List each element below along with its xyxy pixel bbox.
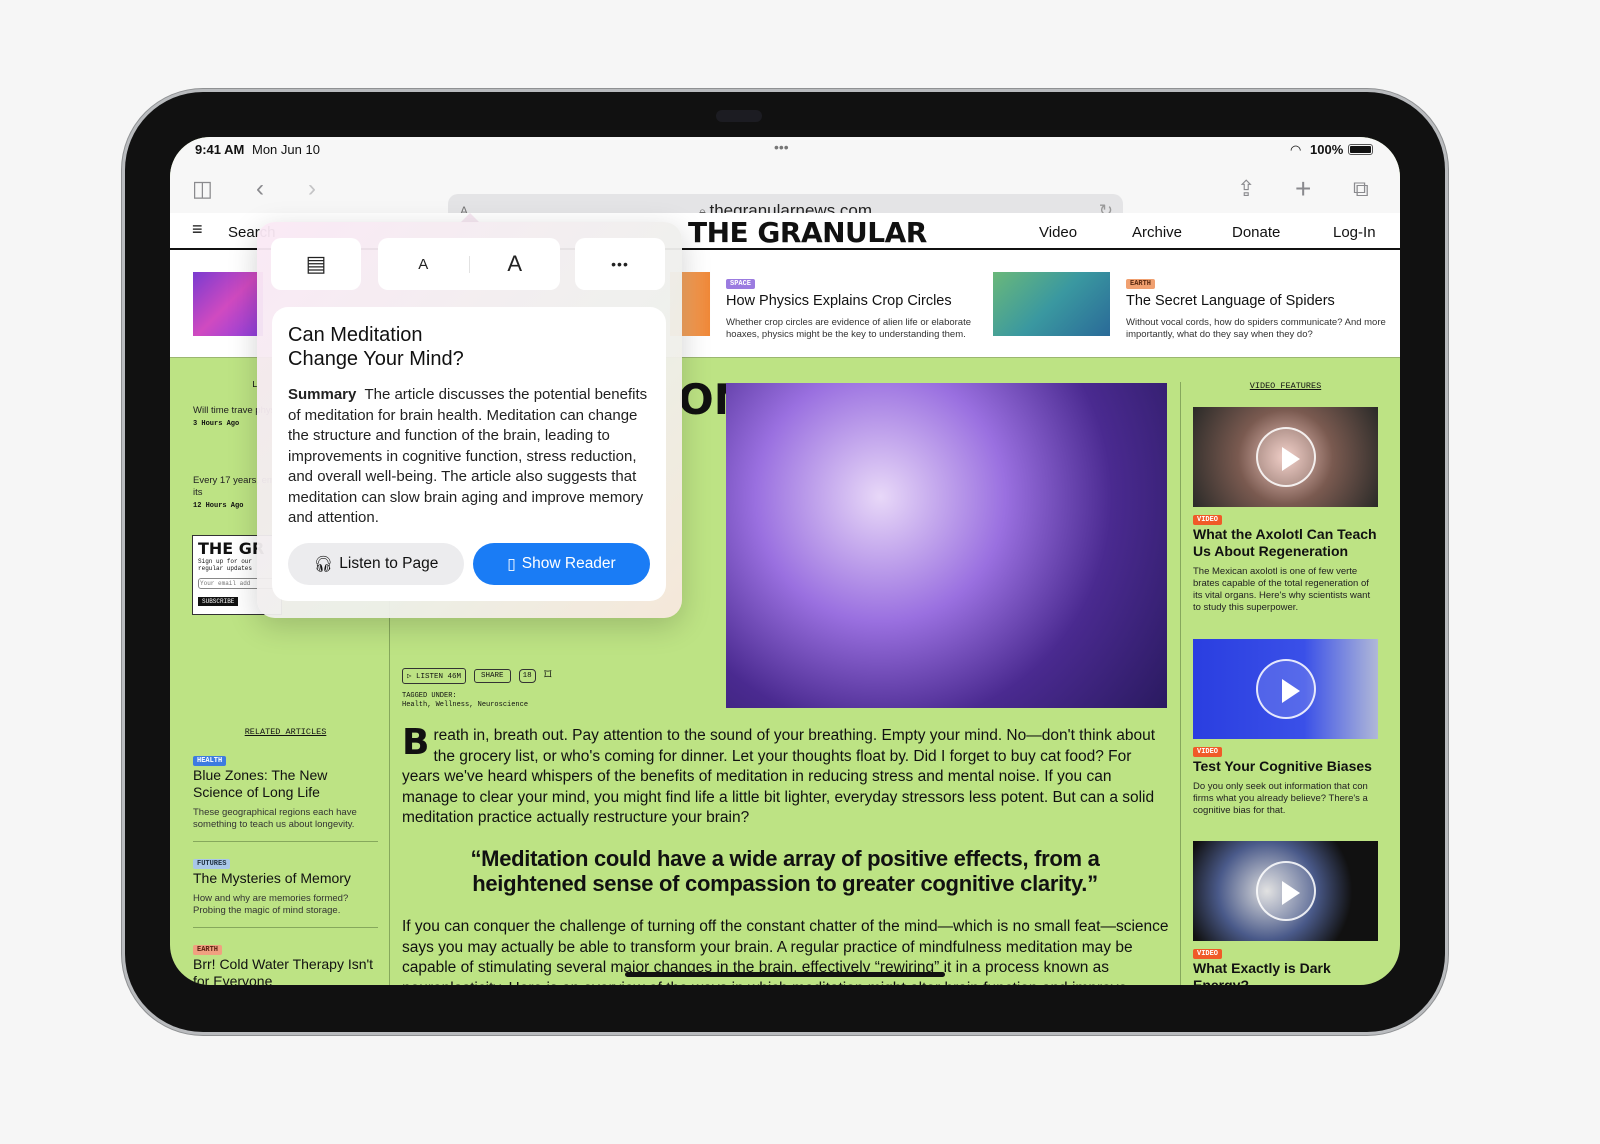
share-icon[interactable]: ⇪ [1237, 165, 1255, 213]
nav-login[interactable]: Log-In [1333, 224, 1376, 241]
battery-icon [1348, 144, 1373, 155]
subscribe-button[interactable]: SUBSCRIBE [198, 597, 239, 606]
paragraph-text: reath in, breath out. Pay attention to t… [402, 727, 1156, 826]
reader-icon: ▯ [507, 555, 516, 573]
related-heading: RELATED ARTICLES [244, 727, 327, 737]
category-tag: EARTH [193, 945, 223, 955]
home-indicator[interactable] [625, 972, 945, 977]
video-tag: VIDEO [1193, 515, 1223, 525]
tag-list[interactable]: Health, Wellness, Neuroscience [402, 701, 528, 710]
back-icon[interactable]: ‹ [256, 165, 264, 213]
article-hero-image [726, 383, 1167, 708]
menu-icon[interactable]: ≡ [192, 219, 203, 240]
related-articles: RELATED ARTICLES HEALTH Blue Zones: The … [193, 727, 378, 985]
sidebar-icon[interactable]: ◫ [192, 165, 213, 213]
forward-icon[interactable]: › [308, 165, 316, 213]
play-icon: ▷ [407, 672, 417, 681]
card-title: The Secret Language of Spiders [1126, 293, 1335, 309]
video-heading: VIDEO FEATURES [1249, 381, 1322, 391]
wifi-icon: ◠ [1290, 142, 1302, 157]
video-item[interactable]: VIDEO What Exactly is Dark Energy? [1193, 841, 1378, 985]
video-tag: VIDEO [1193, 949, 1223, 959]
show-reader-button[interactable]: ▯ Show Reader [473, 543, 650, 585]
video-tag: VIDEO [1193, 747, 1223, 757]
listen-button[interactable]: ▷ LISTEN 46M [402, 667, 467, 684]
column-divider [1180, 382, 1181, 985]
multitask-dots-icon[interactable]: ••• [774, 139, 789, 155]
pull-quote: “Meditation could have a wide array of p… [470, 846, 1100, 896]
increase-text-button[interactable]: A [470, 251, 561, 277]
nav-donate[interactable]: Donate [1232, 224, 1280, 241]
listen-label: Listen to Page [339, 555, 439, 572]
category-tag: HEALTH [193, 756, 227, 766]
document-search-icon: ▤ [305, 251, 327, 276]
card-desc: Without vocal cords, how do spiders comm… [1126, 317, 1386, 340]
browser-toolbar: ◫ ‹ › A 🔒︎ thegranularnews.com ↻ ⇪ + ⧉ [170, 165, 1400, 228]
tabs-icon[interactable]: ⧉ [1353, 165, 1369, 213]
new-tab-icon[interactable]: + [1295, 165, 1311, 213]
summary-label: Summary [288, 386, 357, 403]
video-title: What Exactly is Dark Energy? [1193, 960, 1331, 985]
decrease-text-button[interactable]: A [378, 255, 470, 273]
card-desc: Whether crop circles are evidence of ali… [726, 317, 972, 340]
video-item[interactable]: VIDEO What the Axolotl Can Teach Us Abou… [1193, 407, 1378, 614]
reader-label: Show Reader [521, 555, 616, 572]
related-desc: How and why are memories formed? Probing… [193, 893, 349, 916]
article-paragraph: Breath in, breath out. Pay attention to … [402, 722, 1169, 829]
status-date: Mon Jun 10 [252, 142, 320, 157]
video-thumbnail[interactable] [1193, 639, 1378, 739]
summary-icon-button[interactable]: ▤ [271, 238, 361, 290]
video-thumbnail[interactable] [1193, 841, 1378, 941]
video-desc: Do you only seek out information that co… [1193, 781, 1368, 816]
related-title: Blue Zones: The New Science of Long Life [193, 767, 328, 800]
top-card[interactable]: SPACE How Physics Explains Crop Circles … [726, 272, 986, 341]
summary-card: Can Meditation Change Your Mind? Summary… [272, 307, 666, 601]
page-menu-popover: ▤ A A ••• Can Meditation Change Your Min… [257, 222, 682, 618]
related-title: Brr! Cold Water Therapy Isn't for Everyo… [193, 956, 374, 985]
nav-archive[interactable]: Archive [1132, 224, 1182, 241]
category-tag: FUTURES [193, 859, 231, 869]
category-tag: EARTH [1126, 279, 1156, 289]
more-button[interactable]: ••• [575, 238, 665, 290]
camera [716, 110, 762, 122]
video-title: Test Your Cognitive Biases [1193, 758, 1372, 774]
headphones-icon: 🎧︎ [313, 555, 334, 573]
video-item[interactable]: VIDEO Test Your Cognitive Biases Do you … [1193, 639, 1378, 817]
related-item[interactable]: HEALTH Blue Zones: The New Science of Lo… [193, 749, 378, 842]
video-desc: The Mexican axolotl is one of few verte … [1193, 566, 1371, 613]
listen-to-page-button[interactable]: 🎧︎ Listen to Page [288, 543, 464, 585]
drop-cap: B [402, 722, 430, 763]
top-card[interactable]: EARTH The Secret Language of Spiders Wit… [1126, 272, 1386, 341]
status-time: 9:41 AM [195, 142, 245, 157]
card-title: How Physics Explains Crop Circles [726, 293, 952, 309]
play-icon[interactable] [1255, 427, 1316, 487]
battery-percent: 100% [1310, 142, 1344, 157]
nav-video[interactable]: Video [1039, 224, 1077, 241]
share-button[interactable]: SHARE [474, 668, 511, 683]
bookmark-icon[interactable]: ⌑ [544, 667, 552, 684]
category-tag: SPACE [726, 279, 756, 289]
play-icon[interactable] [1255, 659, 1316, 719]
related-item[interactable]: FUTURES The Mysteries of Memory How and … [193, 852, 378, 928]
screen: 9:41 AM Mon Jun 10 ••• ◠ 100% ◫ ‹ › A 🔒︎… [170, 137, 1400, 985]
article-actions: ▷ LISTEN 46M SHARE 18 ⌑ [402, 667, 552, 684]
tags: TAGGED UNDER: Health, Wellness, Neurosci… [402, 692, 528, 710]
summary-body: Summary The article discusses the potent… [288, 385, 650, 529]
listen-label: LISTEN 46M [416, 672, 462, 681]
card-thumbnail[interactable] [993, 272, 1110, 336]
video-title: What the Axolotl Can Teach Us About Rege… [1193, 526, 1377, 559]
video-thumbnail[interactable] [1193, 407, 1378, 507]
related-item[interactable]: EARTH Brr! Cold Water Therapy Isn't for … [193, 938, 378, 985]
site-logo[interactable]: THE GRANULAR [688, 216, 927, 249]
text-size-control: A A [378, 238, 560, 290]
tagged-label: TAGGED UNDER: [402, 692, 457, 700]
comments-button[interactable]: 18 [518, 668, 536, 683]
related-desc: These geographical regions each have som… [193, 807, 357, 830]
play-icon[interactable] [1255, 861, 1316, 921]
summary-title: Can Meditation Change Your Mind? [288, 324, 464, 370]
card-thumbnail[interactable] [193, 272, 263, 336]
related-title: The Mysteries of Memory [193, 870, 351, 886]
summary-text: The article discusses the potential bene… [288, 386, 648, 526]
